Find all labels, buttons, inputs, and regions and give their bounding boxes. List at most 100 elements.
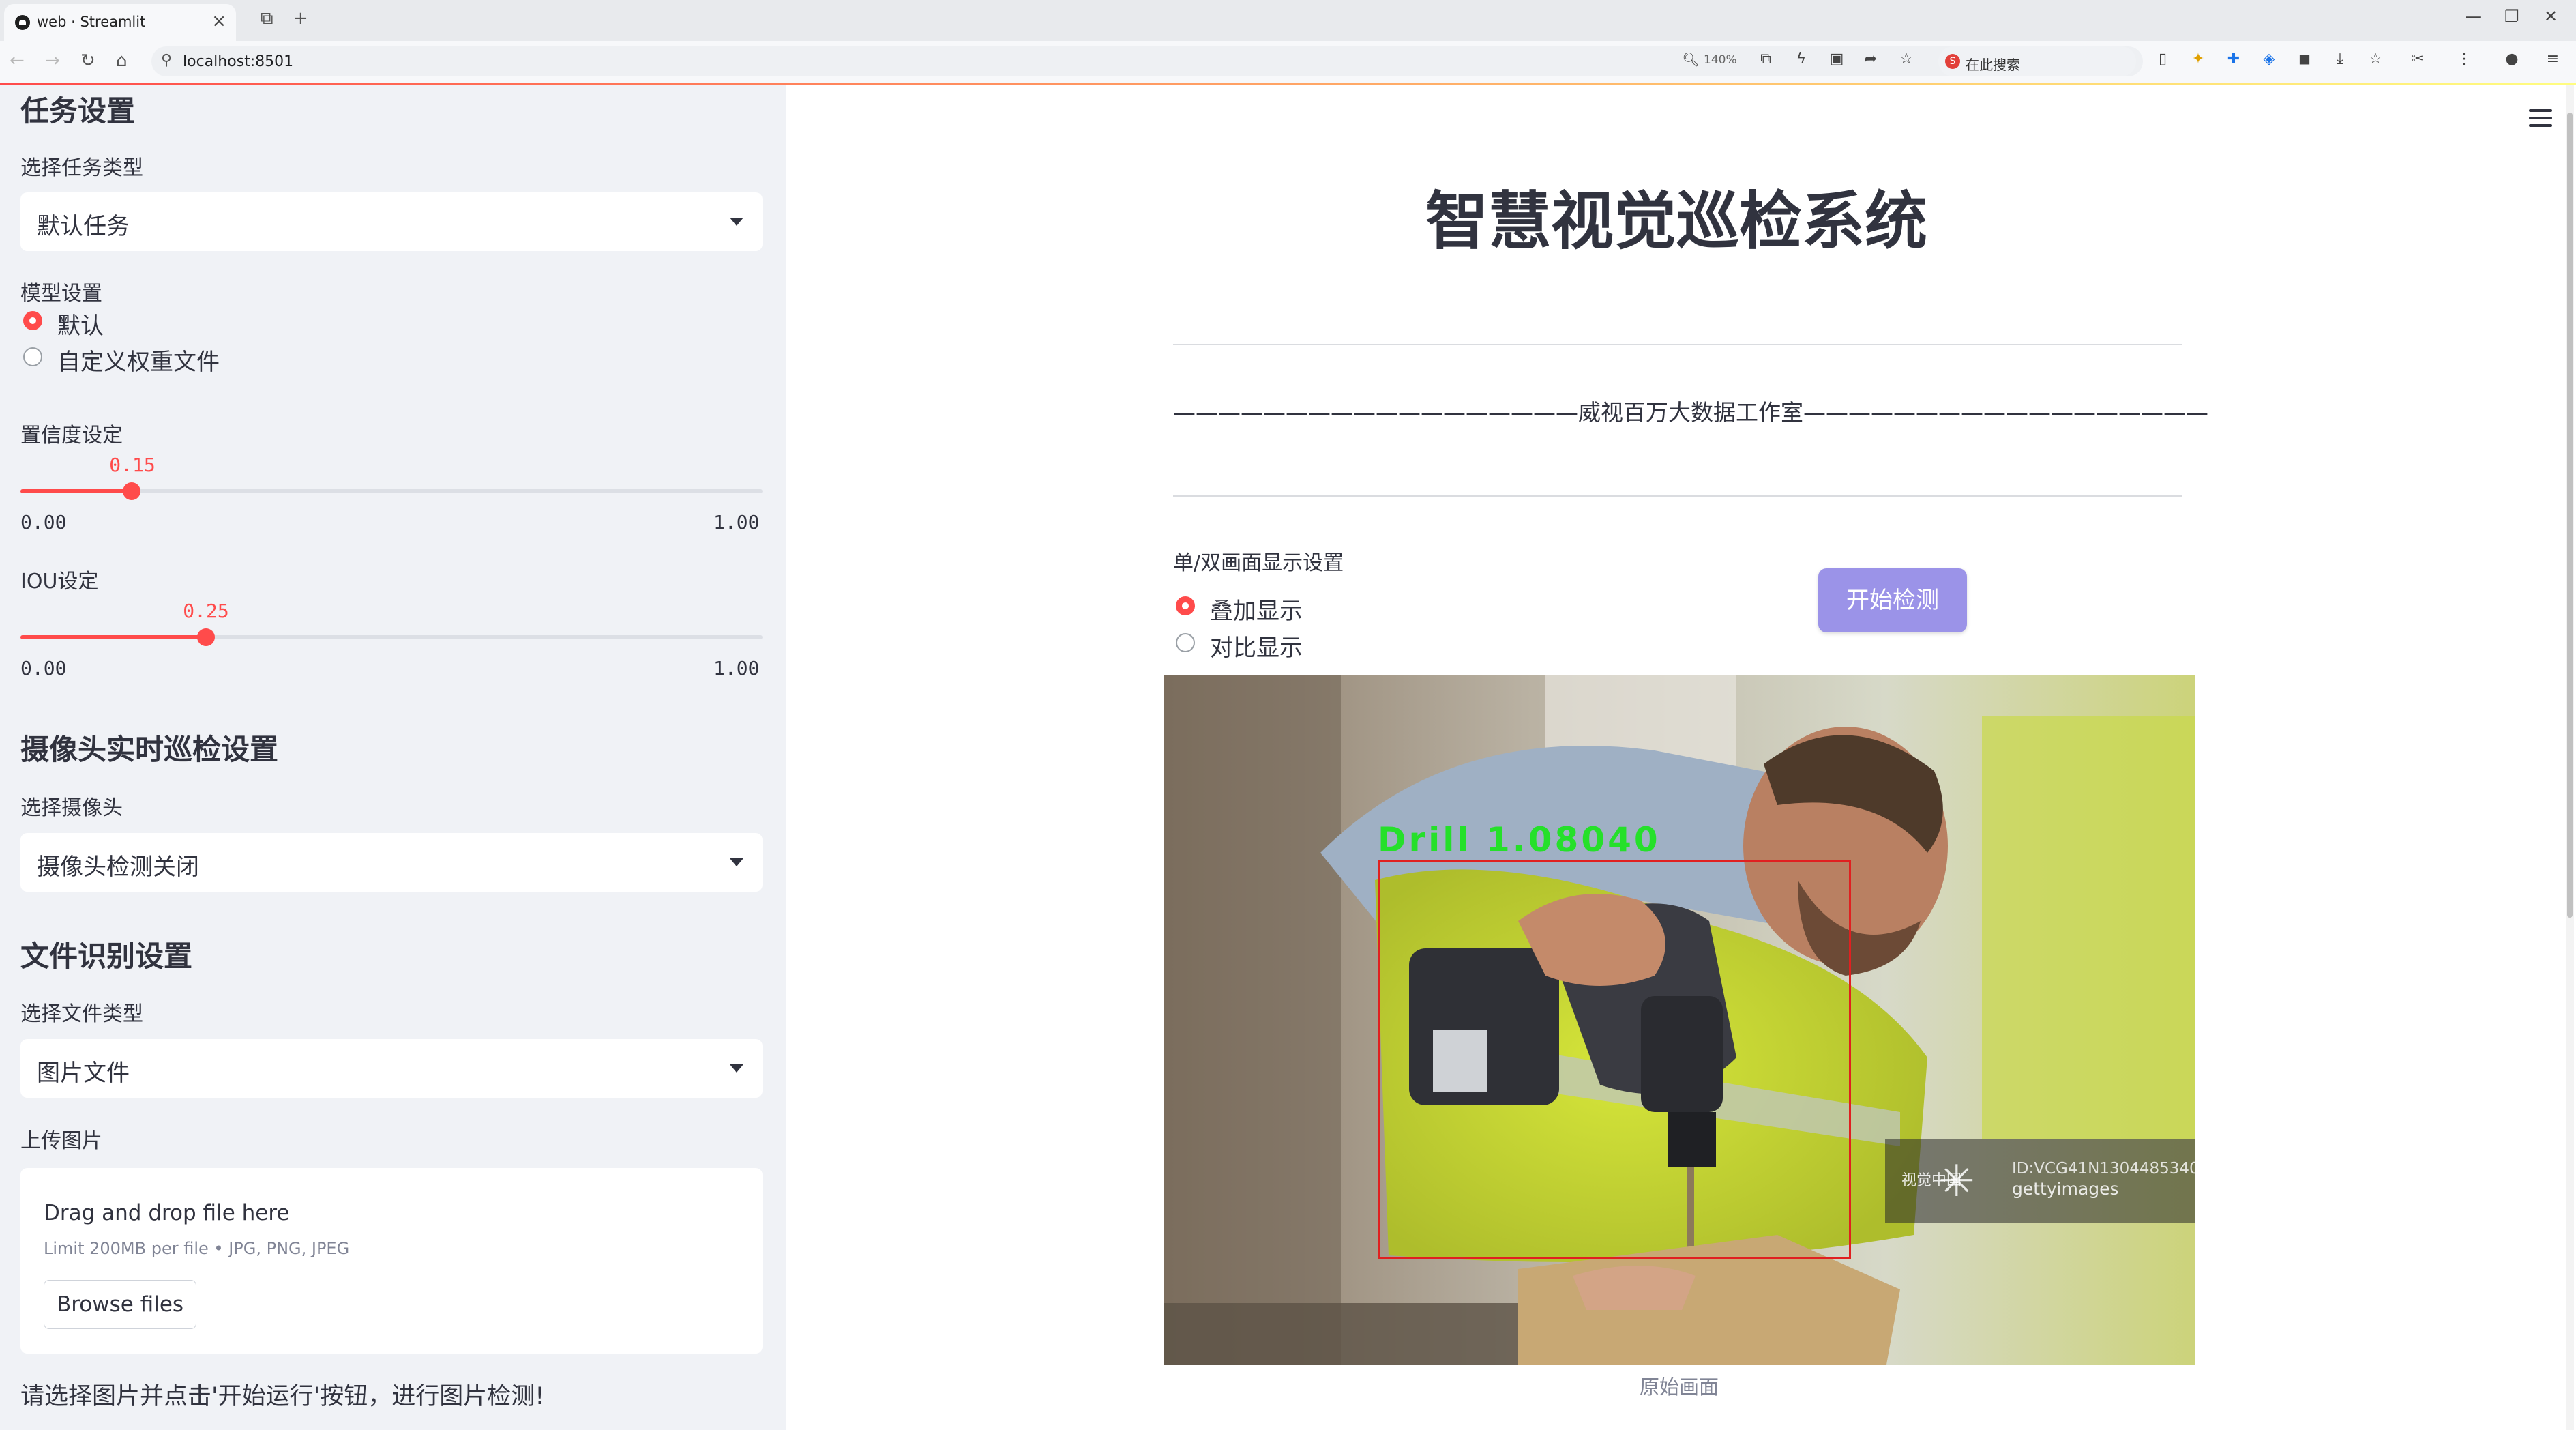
scrollbar-thumb[interactable]: [2567, 113, 2573, 918]
radio-label: 对比显示: [1210, 634, 1303, 662]
chevron-down-icon: [730, 1064, 743, 1072]
radio-selected-icon[interactable]: [1176, 596, 1195, 615]
image-caption: 原始画面: [1639, 1375, 1719, 1399]
window-close-icon[interactable]: ✕: [2544, 7, 2558, 26]
search-placeholder: 在此搜索: [1966, 57, 2020, 73]
slider-min-label: 0.00: [20, 511, 67, 534]
file-section-title: 文件识别设置: [20, 939, 193, 973]
download-icon[interactable]: ⤓: [2331, 50, 2349, 68]
extension-icon[interactable]: ✚: [2225, 50, 2242, 68]
detection-bounding-box: [1378, 860, 1851, 1259]
browse-files-button[interactable]: Browse files: [44, 1280, 196, 1329]
browser-tab[interactable]: web · Streamlit ×: [4, 4, 236, 41]
iou-slider-thumb[interactable]: [197, 628, 215, 646]
mobile-icon[interactable]: ▯: [2154, 50, 2172, 68]
camera-label: 选择摄像头: [20, 796, 123, 820]
chevron-down-icon: [730, 858, 743, 866]
site-info-icon[interactable]: ⚲: [161, 52, 172, 69]
profile-avatar-icon[interactable]: ●: [2503, 50, 2521, 68]
watermark-logo-icon: ✳: [1938, 1156, 1975, 1207]
task-type-label: 选择任务类型: [20, 156, 143, 180]
minimize-icon[interactable]: —: [2465, 7, 2481, 26]
lightning-icon[interactable]: ϟ: [1792, 50, 1810, 68]
file-type-value: 图片文件: [37, 1060, 130, 1087]
share-icon[interactable]: ➦: [1862, 50, 1880, 68]
zoom-icon[interactable]: 🔍︎: [1682, 50, 1700, 68]
upload-limit-text: Limit 200MB per file • JPG, PNG, JPEG: [44, 1239, 350, 1258]
new-tab-plus-icon[interactable]: +: [293, 8, 308, 29]
zoom-level[interactable]: 140%: [1704, 53, 1737, 67]
extension-icon[interactable]: ◼: [2296, 50, 2313, 68]
streamlit-favicon-icon: [15, 15, 30, 30]
hamburger-menu-icon[interactable]: [2529, 109, 2552, 127]
confidence-slider[interactable]: [20, 482, 763, 500]
browser-menu-icon[interactable]: ≡: [2544, 50, 2562, 68]
back-icon[interactable]: ←: [10, 50, 25, 71]
display-mode-label: 单/双画面显示设置: [1173, 551, 1344, 575]
screenshot-icon[interactable]: ▣: [1828, 50, 1846, 68]
slider-fill: [20, 489, 132, 493]
radio-label: 自定义权重文件: [57, 349, 220, 376]
url-text: localhost:8501: [183, 53, 294, 70]
upload-drag-text: Drag and drop file here: [44, 1201, 290, 1225]
iou-value: 0.25: [183, 600, 229, 622]
translate-icon[interactable]: ⧉: [1757, 50, 1775, 68]
iou-slider[interactable]: [20, 628, 763, 646]
slider-fill: [20, 635, 206, 639]
detection-label: Drill 1.08040: [1378, 820, 1661, 860]
file-type-select[interactable]: 图片文件: [20, 1039, 763, 1098]
model-label: 模型设置: [20, 282, 102, 306]
browser-tab-bar: web · Streamlit × ⧉ + — ❐ ✕: [0, 0, 2576, 41]
task-type-select[interactable]: 默认任务: [20, 192, 763, 251]
extension-icon[interactable]: ◈: [2260, 50, 2278, 68]
bookmark-star-icon[interactable]: ☆: [2367, 50, 2384, 68]
file-uploader-dropzone[interactable]: Drag and drop file here Limit 200MB per …: [20, 1168, 763, 1354]
search-engine-icon: S: [1945, 54, 1960, 69]
watermark-id: ID:VCG41N1304485340: [2012, 1160, 2195, 1178]
home-icon[interactable]: ⌂: [116, 50, 128, 71]
restore-icon[interactable]: ❐: [2504, 7, 2519, 26]
slider-max-label: 1.00: [713, 511, 760, 534]
scissors-icon[interactable]: ✂: [2409, 50, 2427, 68]
page-scrollbar[interactable]: [2566, 85, 2574, 1430]
task-section-title: 任务设置: [20, 94, 136, 128]
divider: [1173, 344, 2182, 345]
confidence-slider-thumb[interactable]: [123, 482, 141, 500]
task-type-value: 默认任务: [37, 213, 130, 240]
divider: [1173, 495, 2182, 497]
tab-search-icon[interactable]: ⧉: [261, 8, 273, 29]
iou-label: IOU设定: [20, 570, 99, 594]
favorite-star-icon[interactable]: ☆: [1897, 50, 1915, 68]
radio-label: 叠加显示: [1210, 598, 1303, 625]
radio-unselected-icon[interactable]: [23, 347, 42, 366]
radio-label: 默认: [57, 312, 104, 340]
start-detection-button[interactable]: 开始检测: [1818, 568, 1967, 632]
camera-select[interactable]: 摄像头检测关闭: [20, 833, 763, 892]
confidence-value: 0.15: [109, 454, 156, 476]
sidebar: 任务设置 选择任务类型 默认任务 模型设置 默认 自定义权重文件 置信度设定 0…: [0, 85, 786, 1430]
tab-title: web · Streamlit: [37, 14, 146, 30]
stock-watermark: 视觉中国 ✳ ID:VCG41N1304485340 gettyimages: [1885, 1139, 2195, 1223]
address-bar-row: ← → ↻ ⌂ ⚲ localhost:8501 🔍︎ 140% ⧉ ϟ ▣ ➦…: [0, 41, 2576, 84]
radio-selected-icon[interactable]: [23, 311, 42, 330]
extension-icon[interactable]: ✦: [2189, 50, 2207, 68]
watermark-brand: gettyimages: [2012, 1179, 2119, 1199]
forward-icon[interactable]: →: [45, 50, 60, 71]
radio-unselected-icon[interactable]: [1176, 633, 1195, 652]
browser-search-box[interactable]: S 在此搜索: [1938, 46, 2136, 76]
tab-close-icon[interactable]: ×: [211, 11, 226, 31]
confidence-label: 置信度设定: [20, 424, 123, 448]
camera-section-title: 摄像头实时巡检设置: [20, 733, 279, 766]
detection-result-image: Drill 1.08040 视觉中国 ✳ ID:VCG41N1304485340…: [1164, 675, 2195, 1365]
camera-value: 摄像头检测关闭: [37, 853, 199, 881]
instruction-text: 请选择图片并点击'开始运行'按钮，进行图片检测!: [20, 1383, 545, 1410]
page-title: 智慧视觉巡检系统: [1425, 185, 1927, 258]
studio-subtitle: ——————————————————威视百万大数据工作室————————————…: [1173, 399, 2208, 426]
slider-max-label: 1.00: [713, 657, 760, 680]
slider-min-label: 0.00: [20, 657, 67, 680]
file-type-label: 选择文件类型: [20, 1002, 143, 1026]
more-vertical-icon[interactable]: ⋮: [2455, 50, 2473, 68]
reload-icon[interactable]: ↻: [80, 50, 95, 71]
upload-label: 上传图片: [20, 1129, 102, 1153]
chevron-down-icon: [730, 218, 743, 226]
